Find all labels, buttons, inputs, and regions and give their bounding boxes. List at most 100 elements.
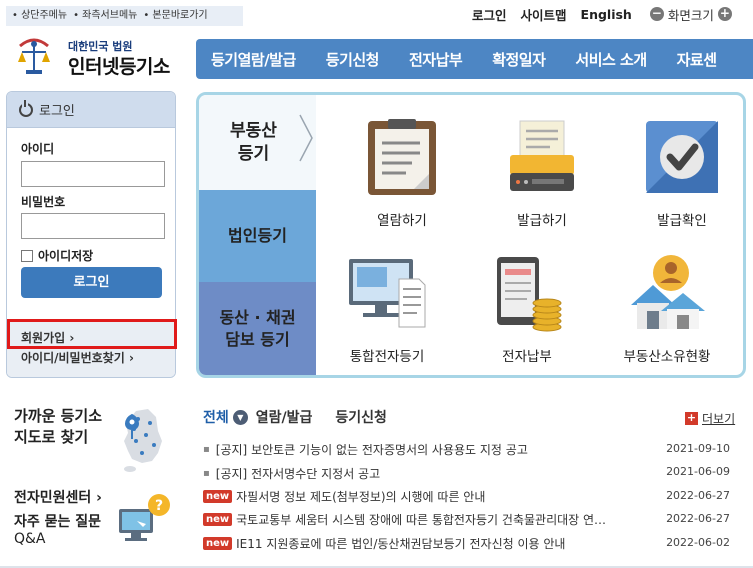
- service-verify[interactable]: 발급확인: [617, 117, 743, 229]
- notice-text: 보안토큰 기능이 없는 전자증명서의 사용용도 지정 공고: [251, 443, 528, 458]
- notice-prefix: [공지]: [215, 466, 248, 481]
- password-label: 비밀번호: [21, 195, 66, 209]
- chevron-right-icon: ›: [128, 351, 134, 365]
- checkmark-icon: [646, 121, 718, 193]
- list-item[interactable]: new IE11 지원종료에 따른 법인/동산채권담보등기 전자신청 이용 안내…: [203, 532, 730, 555]
- notice-prefix: [공지]: [215, 443, 248, 458]
- sitemap-link[interactable]: 사이트맵: [521, 5, 567, 24]
- service-panel: 부동산 등기 법인등기 동산 · 채권 담보 등기 열람하기 발급하기 발급확인…: [196, 92, 746, 378]
- zoom-out-icon[interactable]: −: [649, 7, 664, 21]
- plus-icon: +: [685, 411, 698, 425]
- service-view[interactable]: 열람하기: [337, 117, 467, 229]
- service-integrated-label: 통합전자등기: [349, 349, 425, 365]
- top-login-link[interactable]: 로그인: [472, 5, 507, 24]
- service-property-label: 부동산소유현황: [623, 349, 711, 365]
- korea-map-icon[interactable]: [118, 405, 168, 473]
- category-movable-label: 동산 · 채권 담보 등기: [219, 307, 296, 349]
- person-house-icon: [631, 255, 705, 329]
- find-account-link[interactable]: 아이디/비밀번호찾기 ›: [21, 349, 134, 366]
- notice-title: [공지] 전자서명수단 지정서 공고: [216, 465, 380, 482]
- tab-registry-application[interactable]: 등기신청: [335, 407, 387, 427]
- monitor-document-icon: [349, 259, 426, 328]
- notice-tabs: 전체 ▼ 열람/발급 등기신청: [203, 407, 387, 427]
- category-real-estate[interactable]: 부동산 등기: [199, 95, 316, 190]
- notice-date: 2022-06-27: [666, 488, 730, 502]
- more-button[interactable]: + 더보기: [685, 410, 735, 427]
- login-header: 로그인: [7, 92, 175, 128]
- skip-links: • 상단주메뉴 • 좌측서브메뉴 • 본문바로가기: [6, 6, 243, 26]
- utility-nav: 로그인 사이트맵 English − 화면크기 +: [472, 5, 736, 23]
- new-badge: new: [203, 513, 233, 527]
- service-property-ownership[interactable]: 부동산소유현황: [602, 253, 732, 365]
- category-corporate[interactable]: 법인등기: [199, 190, 316, 282]
- site-logo[interactable]: 대한민국 법원 인터넷등기소: [12, 28, 187, 80]
- svg-text:?: ?: [155, 498, 163, 514]
- new-badge: new: [203, 536, 233, 550]
- save-id-label: 아이디저장: [38, 249, 94, 263]
- faq-link[interactable]: 자주 묻는 질문 Q&A: [14, 514, 101, 548]
- new-badge: new: [203, 489, 233, 503]
- nav-fixed-date[interactable]: 확정일자: [477, 49, 560, 70]
- notice-list: ▪ [공지] 보안토큰 기능이 없는 전자증명서의 사용용도 지정 공고 202…: [203, 438, 730, 555]
- zoom-in-icon[interactable]: +: [717, 7, 732, 21]
- id-input[interactable]: [21, 161, 165, 187]
- faq-computer-icon[interactable]: ?: [117, 493, 173, 545]
- qna-label: Q&A: [14, 530, 46, 547]
- zoom-label: 화면크기: [667, 7, 714, 23]
- list-item[interactable]: new 자필서명 정보 제도(첨부정보)의 시행에 따른 안내 2022-06-…: [203, 485, 730, 508]
- service-integrated-e-registry[interactable]: 통합전자등기: [322, 253, 452, 365]
- login-header-title: 로그인: [39, 104, 75, 119]
- find-account-label: 아이디/비밀번호찾기: [21, 351, 125, 365]
- category-movable-property[interactable]: 동산 · 채권 담보 등기: [199, 282, 316, 375]
- save-id-checkbox[interactable]: [21, 249, 33, 262]
- list-item[interactable]: ▪ [공지] 보안토큰 기능이 없는 전자증명서의 사용용도 지정 공고 202…: [203, 438, 730, 461]
- more-label: 더보기: [702, 412, 736, 426]
- notice-date: 2021-06-09: [666, 465, 730, 479]
- save-id-option[interactable]: 아이디저장: [21, 247, 93, 264]
- chevron-right-icon: [299, 114, 313, 162]
- service-e-payment-label: 전자납부: [502, 349, 552, 365]
- skip-left-menu-link[interactable]: • 좌측서브메뉴: [73, 10, 137, 21]
- logo-title: 인터넷등기소: [68, 56, 170, 78]
- nav-e-payment[interactable]: 전자납부: [394, 49, 477, 70]
- main-navigation: 등기열람/발급 등기신청 전자납부 확정일자 서비스 소개 자료센: [196, 39, 753, 79]
- tablet-coins-icon: [497, 257, 562, 332]
- login-button[interactable]: 로그인: [21, 267, 162, 298]
- notice-date: 2021-09-10: [666, 442, 730, 455]
- skip-content-link[interactable]: • 본문바로가기: [143, 10, 207, 21]
- nav-registry-application[interactable]: 등기신청: [311, 49, 394, 70]
- category-corporate-label: 법인등기: [228, 226, 287, 246]
- password-input[interactable]: [21, 213, 165, 239]
- service-e-payment[interactable]: 전자납부: [462, 253, 592, 365]
- nav-service-intro[interactable]: 서비스 소개: [560, 49, 661, 70]
- notice-title: 자필서명 정보 제도(첨부정보)의 시행에 따른 안내: [236, 489, 486, 504]
- list-item[interactable]: new 국토교통부 세움터 시스템 장애에 따른 통합전자등기 건축물관리대장 …: [203, 508, 730, 531]
- chevron-right-icon: ›: [96, 490, 102, 506]
- zoom-control: − 화면크기 +: [646, 5, 736, 24]
- tab-all[interactable]: 전체: [203, 407, 229, 427]
- notice-title: 국토교통부 세움터 시스템 장애에 따른 통합전자등기 건축물관리대장 연…: [236, 513, 607, 528]
- notice-date: 2022-06-27: [666, 512, 730, 526]
- english-link[interactable]: English: [581, 7, 632, 22]
- e-civil-center-label: 전자민원센터: [14, 490, 92, 506]
- dropdown-icon[interactable]: ▼: [232, 409, 248, 425]
- id-label: 아이디: [21, 142, 55, 156]
- nav-registry-view-issue[interactable]: 등기열람/발급: [196, 49, 311, 70]
- notice-text: 전자서명수단 지정서 공고: [251, 466, 381, 481]
- nav-data-center[interactable]: 자료센: [662, 49, 732, 70]
- service-issue[interactable]: 발급하기: [477, 117, 607, 229]
- power-icon: [19, 99, 33, 117]
- service-view-label: 열람하기: [377, 213, 427, 229]
- find-office-link[interactable]: 가까운 등기소 지도로 찾기: [14, 406, 102, 448]
- bullet-icon: ▪: [203, 467, 210, 479]
- notice-title: [공지] 보안토큰 기능이 없는 전자증명서의 사용용도 지정 공고: [216, 441, 528, 458]
- skip-top-menu-link[interactable]: • 상단주메뉴: [12, 10, 67, 21]
- list-item[interactable]: ▪ [공지] 전자서명수단 지정서 공고 2021-06-09: [203, 461, 730, 484]
- e-civil-center-link[interactable]: 전자민원센터 ›: [14, 487, 102, 507]
- court-emblem-icon: [18, 38, 50, 74]
- clipboard-icon: [368, 119, 436, 195]
- faq-label: 자주 묻는 질문: [14, 514, 102, 530]
- bullet-icon: ▪: [203, 444, 210, 456]
- highlight-box: [7, 319, 177, 349]
- tab-view-issue[interactable]: 열람/발급: [256, 407, 313, 427]
